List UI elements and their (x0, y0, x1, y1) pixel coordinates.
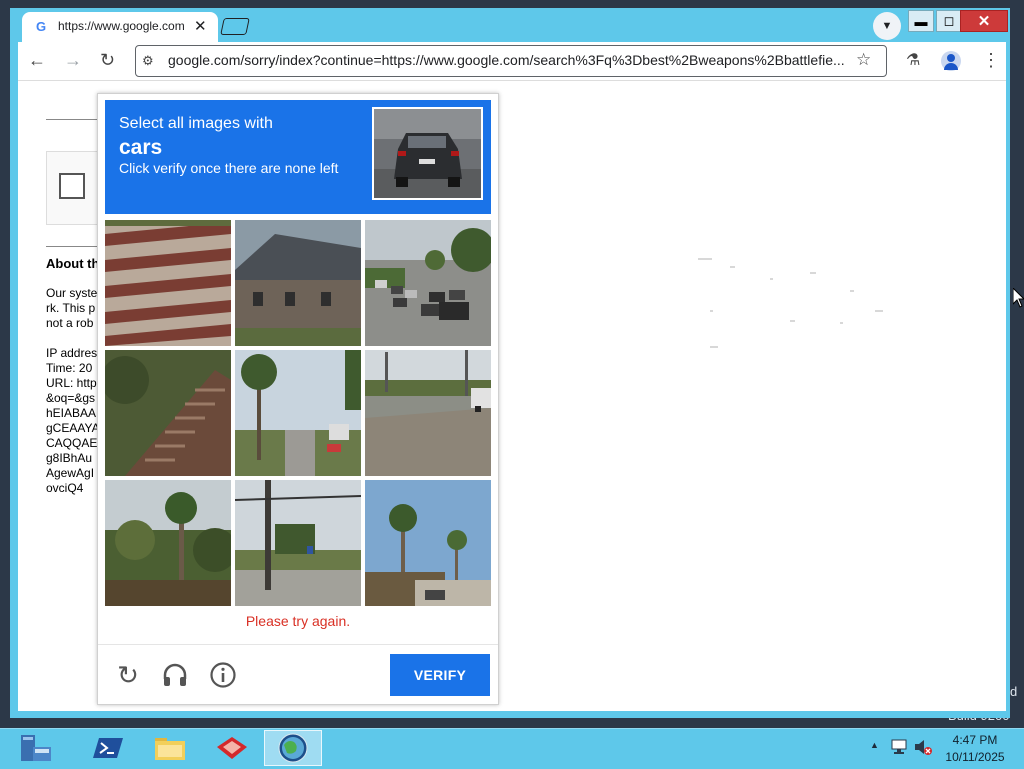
captcha-tile-6[interactable] (365, 350, 491, 476)
divider (98, 644, 498, 645)
folder-icon (155, 738, 185, 760)
mouse-cursor-icon (1013, 288, 1024, 308)
profile-avatar[interactable] (941, 51, 961, 71)
captcha-subinstruction: Click verify once there are none left (119, 160, 339, 176)
desktop-edge-text: d (1010, 684, 1018, 699)
chevron-down-icon: ▼ (881, 20, 893, 32)
clock-time[interactable]: 4:47 PM (940, 733, 1010, 747)
divider (46, 246, 100, 247)
page-text-line (46, 331, 98, 346)
tab-search-button[interactable]: ▼ (873, 12, 901, 40)
page-text-line: rk. This p (46, 301, 96, 315)
page-text: Our syste rk. This p not a rob IP addres… (46, 286, 98, 496)
tab-close-icon[interactable]: ✕ (194, 17, 207, 35)
maximize-button[interactable]: ◻ (936, 10, 962, 32)
captcha-instruction: Select all images with (119, 115, 273, 132)
tab-title[interactable]: https://www.google.com/sorry (58, 19, 184, 33)
forward-icon[interactable]: → (64, 50, 82, 71)
captcha-target-word: cars (119, 136, 163, 159)
page-text-line: g8IBhAu (46, 451, 93, 465)
tray-expand-icon[interactable]: ▲ (870, 740, 879, 750)
page-text-line: &oq=&gs (46, 391, 96, 405)
powershell-icon (93, 738, 123, 758)
captcha-tile-3[interactable] (365, 220, 491, 346)
bookmark-star-icon[interactable]: ☆ (856, 50, 871, 70)
captcha-tile-2[interactable] (235, 220, 361, 346)
site-info-icon[interactable]: ⚙ (142, 53, 154, 69)
google-favicon-icon: G (36, 19, 47, 34)
divider (46, 119, 100, 120)
server-manager-icon (21, 735, 51, 761)
minimize-button[interactable]: ▬ (908, 10, 934, 32)
page-text-line: ovciQ4 (46, 481, 84, 495)
page-text-line: gCEAAYA (46, 421, 98, 435)
page-text-line: hEIABAA (46, 406, 97, 420)
info-icon[interactable] (208, 660, 238, 690)
network-icon[interactable] (890, 738, 908, 761)
page-text-line: CAQQAE (46, 436, 98, 450)
labs-icon[interactable]: ⚗ (906, 50, 920, 70)
audio-icon[interactable] (160, 660, 190, 690)
powershell-button[interactable] (84, 730, 132, 766)
close-window-button[interactable]: ✕ (960, 10, 1008, 32)
not-robot-checkbox[interactable] (59, 173, 85, 199)
browser-icon (278, 733, 308, 763)
page-text-line: IP addres (46, 346, 98, 360)
server-manager-button[interactable] (12, 730, 60, 766)
red-app-icon (217, 737, 247, 759)
page-text-line: AgewAgI (46, 466, 95, 480)
page-text-line: Our syste (46, 286, 98, 300)
captcha-tile-7[interactable] (105, 480, 231, 606)
captcha-error-message: Please try again. (245, 613, 351, 629)
refresh-icon[interactable]: ↻ (113, 660, 143, 690)
back-icon[interactable]: ← (28, 50, 46, 71)
example-car-image (372, 107, 483, 200)
captcha-tile-8[interactable] (235, 480, 361, 606)
reload-icon[interactable]: ↻ (100, 50, 115, 71)
new-tab-button[interactable] (220, 18, 250, 35)
volume-muted-icon[interactable] (914, 738, 932, 761)
clock-date[interactable]: 10/11/2025 (940, 750, 1010, 764)
page-text-line: not a rob (46, 316, 94, 330)
browser-taskbar-button[interactable] (264, 730, 322, 766)
captcha-tile-5[interactable] (235, 350, 361, 476)
about-heading: About th (46, 256, 98, 271)
page-text-line: URL: http (46, 376, 97, 390)
verify-button[interactable]: VERIFY (390, 654, 490, 696)
menu-icon[interactable]: ⋮ (982, 50, 1000, 71)
page-text-line: Time: 20 (46, 361, 93, 375)
faint-noise-specks (698, 258, 883, 348)
captcha-tile-9[interactable] (365, 480, 491, 606)
red-app-button[interactable] (208, 730, 256, 766)
captcha-tile-1[interactable] (105, 220, 231, 346)
captcha-tile-4[interactable] (105, 350, 231, 476)
file-explorer-button[interactable] (146, 730, 194, 766)
url-text[interactable]: google.com/sorry/index?continue=https://… (168, 52, 848, 68)
